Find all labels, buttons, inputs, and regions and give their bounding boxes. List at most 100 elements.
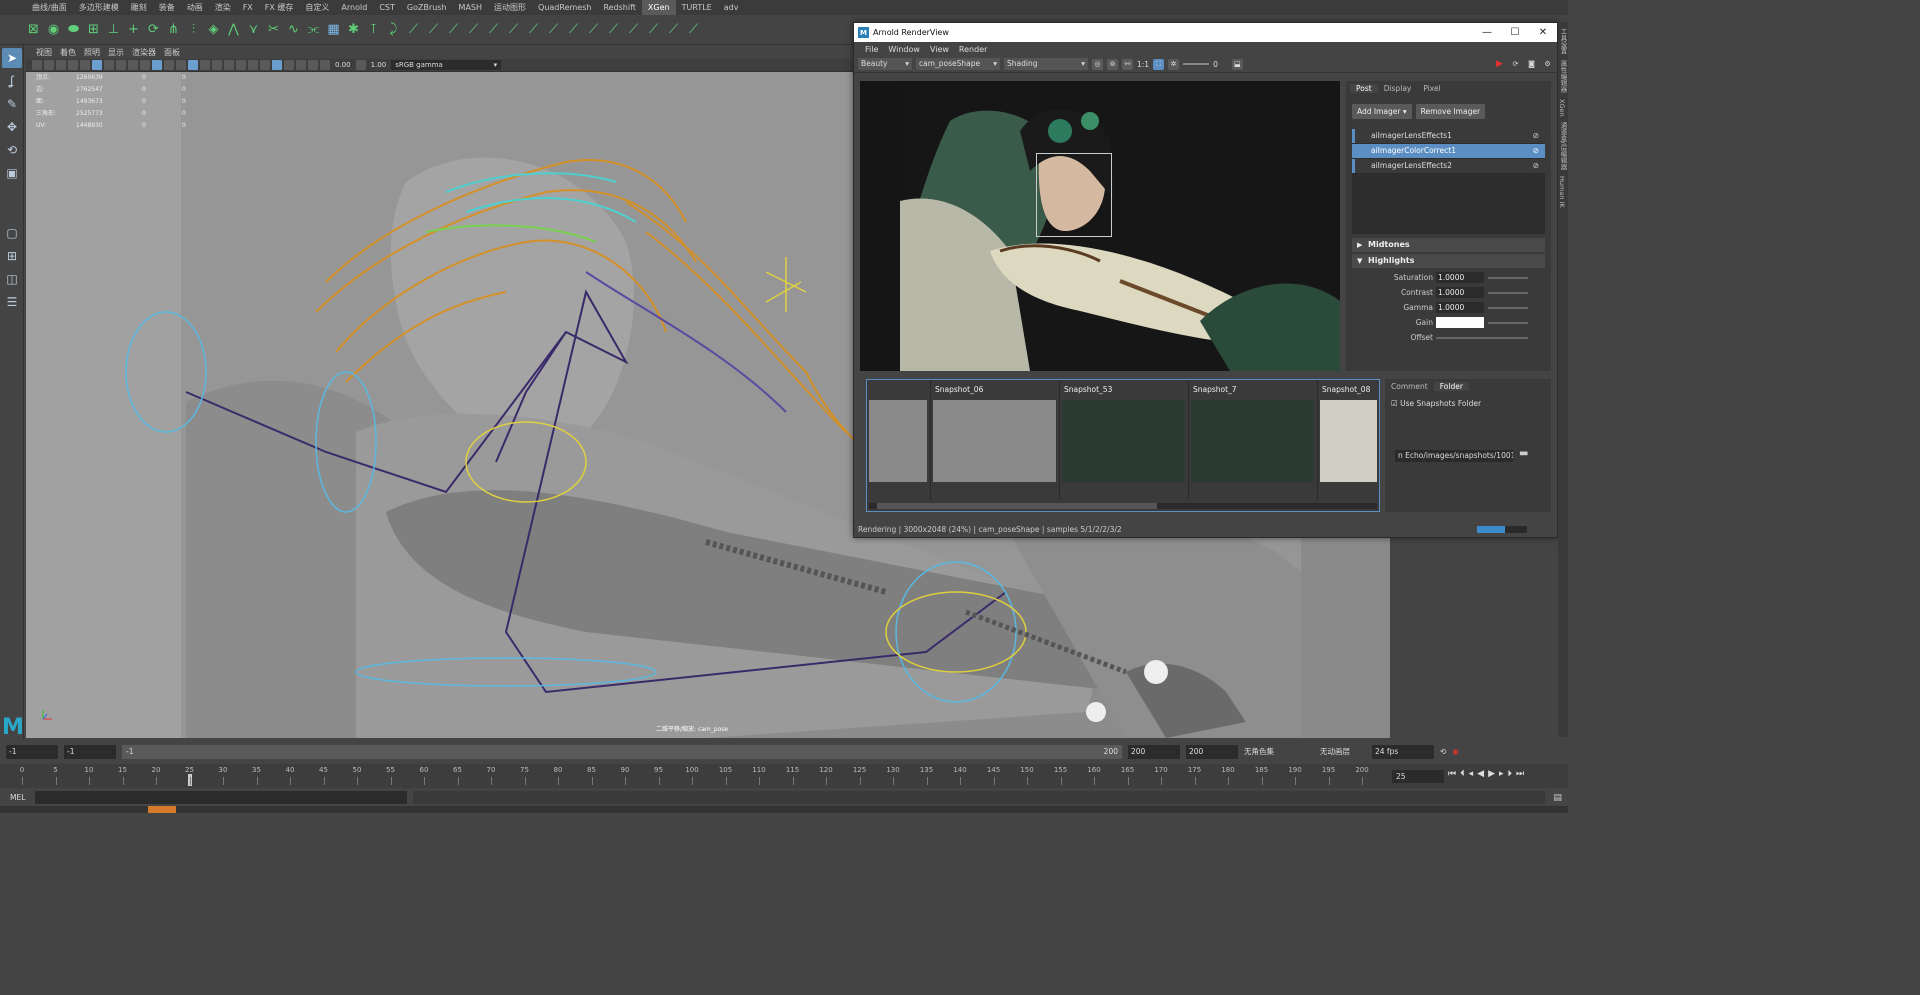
exposure-gear-icon[interactable]: ✲: [1168, 58, 1180, 70]
playback-end-field[interactable]: 200: [1128, 744, 1180, 759]
xgen-grid-icon[interactable]: ⊞: [84, 20, 103, 39]
bookmark-icon[interactable]: [56, 60, 66, 70]
xgen-freeze-icon[interactable]: ✱: [344, 20, 363, 39]
gamma-value[interactable]: 1.00: [368, 61, 390, 69]
anim-layer-dropdown[interactable]: 无动画层: [1320, 746, 1350, 757]
shelf-tab[interactable]: CST: [373, 0, 401, 15]
image-plane-icon[interactable]: [68, 60, 78, 70]
lights-icon[interactable]: [200, 60, 210, 70]
settings-gear-icon[interactable]: ⚙: [1542, 59, 1553, 70]
exposure-slider[interactable]: [1183, 63, 1210, 65]
render-image-area[interactable]: [860, 81, 1340, 371]
refresh-icon[interactable]: ⟳: [1510, 59, 1521, 70]
xgen-twist-icon[interactable]: ⤸: [384, 20, 403, 39]
color-space-dropdown[interactable]: sRGB gamma ▾: [391, 60, 502, 70]
shelf-tab[interactable]: 曲线/曲面: [26, 0, 73, 15]
use-snapshots-folder-checkbox[interactable]: ☑ Use Snapshots Folder: [1385, 393, 1551, 414]
remove-imager-button[interactable]: Remove Imager: [1415, 104, 1486, 119]
step-forward-frame-icon[interactable]: ▸: [1499, 769, 1504, 779]
close-icon[interactable]: ✕: [1529, 27, 1557, 38]
shelf-tab[interactable]: Redshift: [597, 0, 641, 15]
single-view-layout-icon[interactable]: ▢: [2, 223, 22, 243]
gain-color-swatch[interactable]: [1436, 317, 1484, 328]
xgen-brush-n-icon[interactable]: ⟋: [664, 20, 683, 39]
param-value-field[interactable]: 1.0000: [1436, 287, 1484, 298]
region-of-interest-box[interactable]: [1036, 153, 1112, 237]
backface-culling-icon[interactable]: [308, 60, 318, 70]
scrollbar-thumb[interactable]: [877, 503, 1157, 509]
shelf-tab[interactable]: 雕刻: [125, 0, 153, 15]
arnold-menu-item[interactable]: Window: [883, 45, 925, 54]
loop-icon[interactable]: ⟲: [1440, 747, 1446, 756]
snapshot-item[interactable]: Snapshot_06: [930, 380, 1058, 500]
start-time-field[interactable]: -1: [6, 744, 58, 759]
param-value-field[interactable]: 1.0000: [1436, 302, 1484, 313]
current-frame-field[interactable]: 25: [1392, 770, 1444, 783]
highlights-section[interactable]: ▼ Highlights: [1352, 254, 1545, 268]
snapshot-item[interactable]: [867, 380, 929, 500]
snapshot-scrollbar[interactable]: [869, 503, 1377, 509]
command-language-label[interactable]: MEL: [0, 793, 35, 802]
xgen-brush-m-icon[interactable]: ⟋: [644, 20, 663, 39]
xgen-brush-d-icon[interactable]: ⟋: [464, 20, 483, 39]
snapshot-item[interactable]: Snapshot_08: [1317, 380, 1379, 500]
xgen-brush-k-icon[interactable]: ⟋: [604, 20, 623, 39]
panel-menu-item[interactable]: 面板: [160, 47, 184, 58]
xgen-brush-a-icon[interactable]: ⟋: [404, 20, 423, 39]
shelf-tab[interactable]: 运动图形: [488, 0, 532, 15]
render-region-icon[interactable]: ◎: [1092, 58, 1103, 70]
xgen-cut-icon[interactable]: ✂: [264, 20, 283, 39]
play-forward-icon[interactable]: ▶: [1488, 769, 1495, 779]
xgen-brush-e-icon[interactable]: ⟋: [484, 20, 503, 39]
tab-folder[interactable]: Folder: [1433, 381, 1469, 391]
imager-item[interactable]: aiImagerColorCorrect1 ⊘: [1352, 144, 1545, 158]
xgen-brush-b-icon[interactable]: ⟋: [424, 20, 443, 39]
fit-view-icon[interactable]: ⛶: [1153, 58, 1165, 70]
xgen-noise-icon[interactable]: ⫘: [304, 20, 323, 39]
step-back-frame-icon[interactable]: ◂: [1469, 769, 1474, 779]
link-icon[interactable]: ⚯: [1122, 58, 1133, 70]
disable-icon[interactable]: ⊘: [1533, 159, 1539, 173]
xray-joints-icon[interactable]: [296, 60, 306, 70]
gamma-icon[interactable]: [355, 60, 366, 70]
shelf-tab[interactable]: Arnold: [335, 0, 373, 15]
scale-tool-icon[interactable]: ▣: [2, 163, 22, 183]
folder-icon[interactable]: ▬: [1519, 448, 1528, 459]
xgen-guide-icon[interactable]: ⬬: [64, 20, 83, 39]
shelf-tab[interactable]: MASH: [453, 0, 488, 15]
arnold-menu-item[interactable]: File: [860, 45, 883, 54]
xgen-length-icon[interactable]: ⊺: [364, 20, 383, 39]
film-gate-icon[interactable]: [92, 60, 102, 70]
range-slider[interactable]: -1 200: [122, 744, 1122, 759]
tab-display[interactable]: Display: [1378, 84, 1418, 93]
shadows-icon[interactable]: [212, 60, 222, 70]
shelf-tab[interactable]: GoZBrush: [401, 0, 453, 15]
xgen-place-guide-icon[interactable]: ⊥: [104, 20, 123, 39]
right-tab[interactable]: Human IK: [1558, 176, 1566, 208]
tab-post[interactable]: Post: [1350, 84, 1378, 93]
auto-key-icon[interactable]: ◉: [1452, 747, 1459, 756]
shelf-tab[interactable]: 渲染: [209, 0, 237, 15]
two-view-layout-icon[interactable]: ◫: [2, 269, 22, 289]
exposure-icon[interactable]: [320, 60, 330, 70]
right-tab[interactable]: 工具设置: [1558, 28, 1568, 54]
shelf-tab[interactable]: 装备: [153, 0, 181, 15]
xgen-spread-icon[interactable]: ⋀: [224, 20, 243, 39]
crop-icon[interactable]: ⊚: [1107, 58, 1118, 70]
xgen-brush-h-icon[interactable]: ⟋: [544, 20, 563, 39]
textured-icon[interactable]: [188, 60, 198, 70]
right-tab[interactable]: XGen: [1558, 99, 1566, 117]
snapshot-icon[interactable]: ◙: [1526, 59, 1537, 70]
paint-select-icon[interactable]: ✎: [2, 94, 22, 114]
param-slider[interactable]: [1488, 291, 1528, 294]
smooth-shade-icon[interactable]: [164, 60, 174, 70]
xray-icon[interactable]: [284, 60, 294, 70]
move-tool-icon[interactable]: ✥: [2, 117, 22, 137]
xgen-eye-icon[interactable]: ◉: [44, 20, 63, 39]
anti-alias-icon[interactable]: [248, 60, 258, 70]
param-value-field[interactable]: 1.0000: [1436, 272, 1484, 283]
xgen-layer-icon[interactable]: ◈: [204, 20, 223, 39]
offset-slider[interactable]: [1436, 336, 1528, 339]
xgen-lasso-icon[interactable]: ⟳: [144, 20, 163, 39]
fps-dropdown[interactable]: 24 fps: [1372, 744, 1434, 759]
